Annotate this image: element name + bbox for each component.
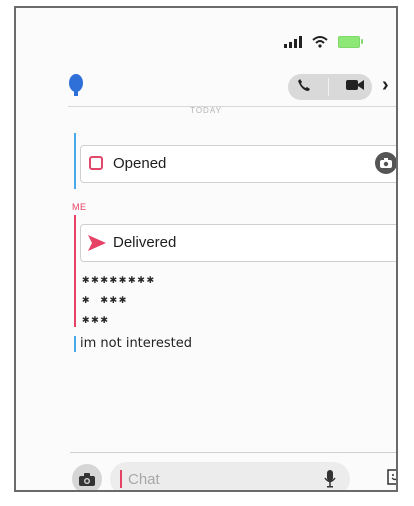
delivered-arrow-icon [88, 235, 106, 251]
delivered-label: Delivered [113, 234, 177, 251]
bitmoji-avatar-icon[interactable] [68, 74, 84, 103]
opened-snap-icon [89, 156, 103, 170]
date-divider: TODAY [190, 106, 222, 115]
call-divider [327, 78, 329, 96]
battery-icon [338, 36, 363, 48]
chat-input[interactable] [126, 469, 310, 489]
text-caret [120, 470, 122, 488]
status-bar [284, 36, 363, 48]
call-actions [288, 74, 372, 100]
replay-camera-icon[interactable] [375, 152, 396, 174]
signal-icon [284, 36, 302, 48]
chat-header: › [16, 68, 396, 104]
camera-icon[interactable] [72, 464, 102, 490]
delivered-snap-card[interactable]: Delivered [80, 224, 396, 262]
wifi-icon [312, 36, 328, 48]
sender-label-me: ME [72, 202, 87, 212]
friend-message-stripe [74, 133, 76, 189]
video-camera-icon[interactable] [345, 78, 364, 96]
opened-snap-card[interactable]: Opened [80, 145, 396, 183]
chevron-right-icon[interactable]: › [382, 74, 389, 97]
friend-message-text: im not interested [80, 336, 192, 351]
chat-screen: › TODAY Opened ME Delivered ✱✱✱✱✱✱✱✱ ✱ ✱… [14, 6, 398, 492]
censored-line: ✱✱✱✱✱✱✱✱ [82, 272, 156, 286]
composer-divider [70, 452, 396, 453]
friend-message-stripe [74, 336, 76, 352]
sticker-icon[interactable] [386, 468, 396, 490]
microphone-icon[interactable] [324, 470, 336, 490]
opened-label: Opened [113, 155, 167, 172]
phone-icon[interactable] [297, 78, 311, 97]
censored-line: ✱ ✱✱✱ [82, 292, 129, 306]
me-message-stripe [74, 215, 76, 327]
chat-input-box[interactable] [110, 462, 350, 490]
censored-line: ✱✱✱ [82, 312, 110, 326]
